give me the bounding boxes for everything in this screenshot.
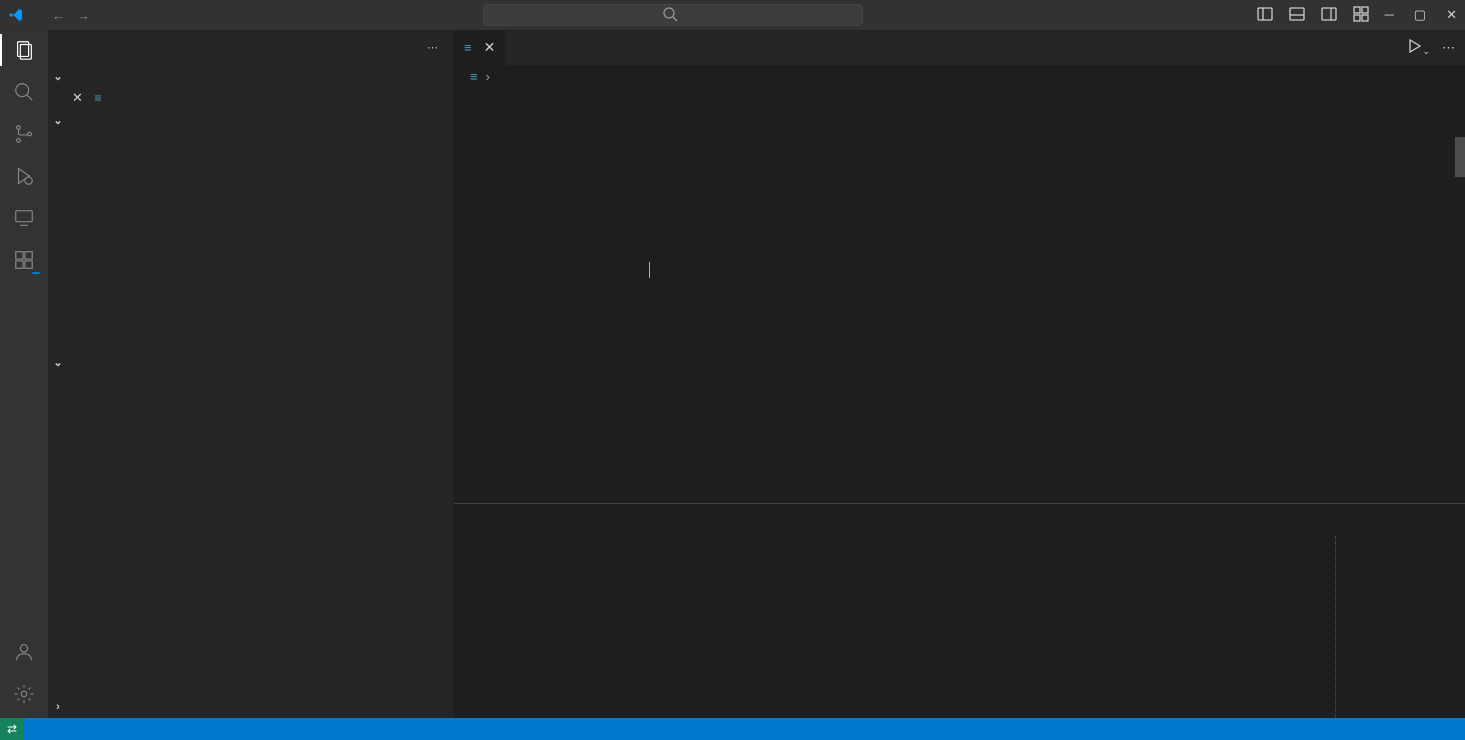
layout-controls <box>1257 6 1369 25</box>
command-center <box>90 4 1257 26</box>
customize-layout-icon[interactable] <box>1353 6 1369 25</box>
minimize-icon[interactable]: ─ <box>1385 7 1394 23</box>
panel <box>454 503 1465 718</box>
remote-explorer-icon[interactable] <box>12 206 36 230</box>
code-editor[interactable] <box>514 87 1365 503</box>
search-icon <box>662 6 678 25</box>
file-icon: ≡ <box>464 40 472 55</box>
statusbar: ⇄ <box>0 718 1465 740</box>
close-tab-icon[interactable]: ✕ <box>484 39 496 56</box>
toggle-secondary-sidebar-icon[interactable] <box>1321 6 1337 25</box>
editor-area: ≡ ✕ ⌄ ⋯ ≡ › <box>454 30 1465 718</box>
breadcrumbs[interactable]: ≡ › <box>454 65 1465 87</box>
close-icon[interactable]: ✕ <box>1446 7 1457 23</box>
command-center-input[interactable] <box>483 4 863 26</box>
explorer-icon[interactable] <box>12 38 36 62</box>
titlebar: ← → ─ ▢ ✕ <box>0 0 1465 30</box>
editor-tabs: ≡ ✕ ⌄ ⋯ <box>454 30 1465 65</box>
minimap[interactable] <box>1365 87 1465 503</box>
source-control-icon[interactable] <box>12 122 36 146</box>
toggle-panel-icon[interactable] <box>1289 6 1305 25</box>
outline-header[interactable]: ⌄ <box>48 351 454 373</box>
open-editors-header[interactable]: ⌄ <box>48 65 454 87</box>
open-editor-item[interactable]: ✕ ≡ <box>48 87 454 109</box>
terminal-list <box>1335 536 1465 718</box>
scrollbar-thumb[interactable] <box>1455 137 1465 177</box>
activitybar <box>0 30 48 718</box>
search-icon[interactable] <box>12 80 36 104</box>
chevron-down-icon: ⌄ <box>52 70 64 83</box>
timeline-header[interactable]: › <box>48 696 454 718</box>
run-debug-icon[interactable] <box>12 164 36 188</box>
line-numbers <box>454 87 514 503</box>
vscode-logo-icon <box>8 7 24 23</box>
maximize-icon[interactable]: ▢ <box>1414 7 1426 23</box>
window-controls: ─ ▢ ✕ <box>1385 7 1457 23</box>
settings-gear-icon[interactable] <box>12 682 36 706</box>
chevron-down-icon: ⌄ <box>52 114 64 127</box>
file-icon: ≡ <box>470 69 478 84</box>
nav-arrows: ← → <box>52 8 90 23</box>
nav-forward-icon[interactable]: → <box>77 8 90 23</box>
file-icon: ≡ <box>90 91 106 105</box>
editor-more-icon[interactable]: ⋯ <box>1442 40 1455 56</box>
folder-header[interactable]: ⌄ <box>48 109 454 131</box>
panel-tabs <box>454 504 1465 536</box>
sidebar: ⋯ ⌄ ✕ ≡ ⌄ ⌄ › <box>48 30 454 718</box>
toggle-primary-sidebar-icon[interactable] <box>1257 6 1273 25</box>
run-file-icon[interactable]: ⌄ <box>1406 38 1430 57</box>
remote-indicator[interactable]: ⇄ <box>0 718 24 740</box>
chevron-right-icon: › <box>486 69 490 84</box>
tab-cli-cbl[interactable]: ≡ ✕ <box>454 30 506 65</box>
sidebar-more-icon[interactable]: ⋯ <box>427 41 438 54</box>
accounts-icon[interactable] <box>12 640 36 664</box>
chevron-down-icon: ⌄ <box>52 356 64 369</box>
extensions-icon[interactable] <box>12 248 36 272</box>
sidebar-title: ⋯ <box>48 30 454 65</box>
extensions-badge <box>32 272 40 274</box>
close-editor-icon[interactable]: ✕ <box>72 90 86 106</box>
remote-icon: ⇄ <box>7 722 17 736</box>
nav-back-icon[interactable]: ← <box>52 8 65 23</box>
editor-actions: ⌄ ⋯ <box>1406 30 1465 65</box>
terminal-output[interactable] <box>454 536 1335 718</box>
chevron-right-icon: › <box>52 701 64 713</box>
